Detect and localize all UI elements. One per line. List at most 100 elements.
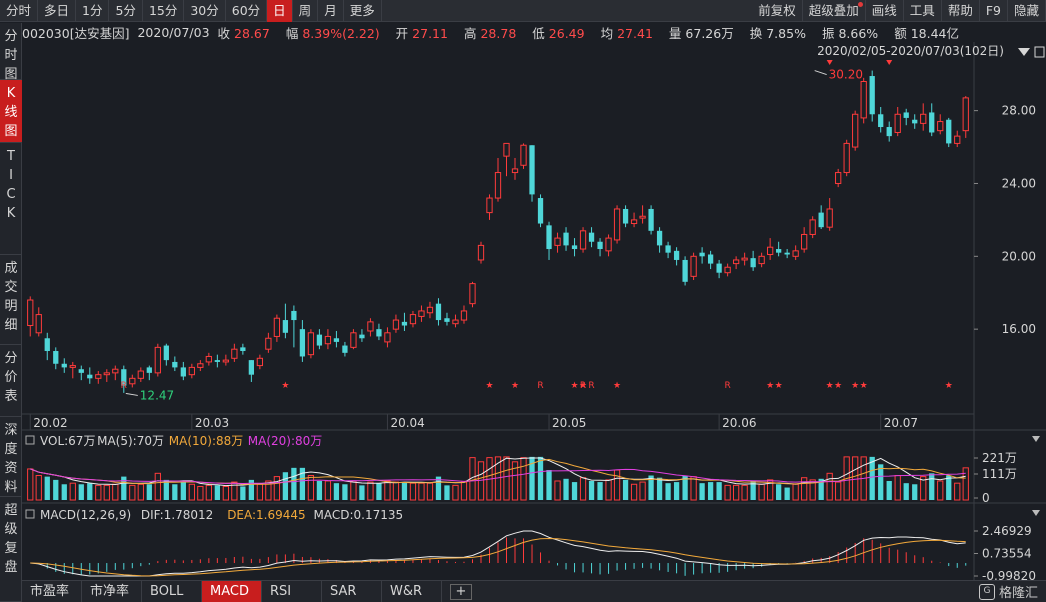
period-tab-weekly[interactable]: 周 [293, 0, 319, 22]
draw-button[interactable]: 画线 [866, 0, 904, 22]
volume-bar [333, 483, 340, 500]
volume-bar [307, 475, 315, 501]
indicator-tab-sar[interactable]: SAR [322, 580, 382, 602]
volume-bar [61, 484, 67, 500]
period-tab-monthly[interactable]: 月 [318, 0, 344, 22]
kline-chart[interactable]: 28.00 24.00 20.00 16.00 2020/02/05-2020/07/0… [22, 42, 1046, 580]
left-tab-replay[interactable]: 超级复盘 [0, 497, 22, 602]
period-tab-multiday[interactable]: 多日 [38, 0, 77, 22]
indicator-tab-rsi[interactable]: RSI [262, 580, 322, 602]
volume-settings-icon[interactable] [25, 435, 35, 445]
tools-button[interactable]: 工具 [904, 0, 942, 22]
candle-body [809, 219, 816, 235]
period-tab-daily[interactable]: 日 [267, 0, 293, 22]
event-star-marker[interactable]: ★ [511, 381, 519, 391]
event-r-marker[interactable]: R [121, 381, 127, 391]
indicator-tab--0[interactable]: 市盈率 [22, 580, 82, 602]
period-tab-1min[interactable]: 1分 [76, 0, 110, 22]
volume-bar [129, 484, 136, 501]
candle-body [367, 321, 374, 332]
candle-body [554, 237, 561, 246]
candle-body [597, 241, 603, 250]
period-tab-30min[interactable]: 30分 [184, 0, 226, 22]
left-tab-intraday[interactable]: 分时图 [0, 23, 22, 82]
event-r-marker[interactable]: R [724, 381, 730, 391]
volume-bar [886, 480, 892, 500]
hide-button[interactable]: 隐藏 [1008, 0, 1046, 22]
event-star-marker[interactable]: ★ [613, 381, 621, 391]
event-star-marker[interactable]: ★ [766, 381, 774, 391]
amount-value: 额 18.44亿 [894, 25, 959, 41]
period-tab-60min[interactable]: 60分 [226, 0, 268, 22]
indicator-tab--1[interactable]: 市净率 [82, 580, 142, 602]
candle-body [826, 208, 833, 228]
candle-body [648, 208, 654, 231]
left-tab-price-table[interactable]: 分价表 [0, 345, 22, 417]
volume-bar [801, 477, 808, 501]
indicator-tab-macd[interactable]: MACD [202, 580, 262, 602]
volume-bar [401, 482, 408, 500]
left-tab-trades[interactable]: 成交明细 [0, 255, 22, 345]
macd-settings-icon[interactable] [25, 509, 35, 519]
period-tab-more[interactable]: 更多 [344, 0, 382, 22]
volume-collapse-icon[interactable] [1032, 436, 1040, 442]
volume-bar [78, 484, 84, 500]
macd-collapse-icon[interactable] [1032, 510, 1040, 516]
event-star-marker[interactable]: ★ [834, 381, 842, 391]
event-star-marker[interactable]: ★ [860, 381, 868, 391]
overlay-button[interactable]: 超级叠加 [803, 0, 866, 22]
adjust-button[interactable]: 前复权 [752, 0, 803, 22]
event-r-marker[interactable]: R [580, 381, 586, 391]
add-indicator-button[interactable]: + [450, 583, 472, 600]
left-tab-tick[interactable]: TICK [0, 143, 22, 255]
event-r-marker[interactable]: R [537, 381, 543, 391]
volume-bar [912, 484, 918, 500]
volume-bar [53, 479, 59, 500]
period-tab-15min[interactable]: 15分 [143, 0, 185, 22]
period-toolbar: 分时 多日 1分 5分 15分 30分 60分日周月更多 前复权 超级叠加 画线 工具 帮助 F9 隐藏 [0, 0, 1046, 22]
macd-value: MACD:0.17135 [314, 508, 404, 522]
volume-bar [316, 480, 323, 500]
event-star-marker[interactable]: ★ [775, 381, 783, 391]
event-star-marker[interactable]: ★ [826, 381, 834, 391]
volume-bar [835, 481, 842, 501]
indicator-tab-wr[interactable]: W&R [382, 580, 442, 602]
event-triangle-icon[interactable] [886, 60, 893, 65]
volume-bar [520, 457, 527, 501]
event-star-marker[interactable]: ★ [281, 381, 289, 391]
candle-body [511, 168, 519, 174]
left-tab-depth[interactable]: 深度资料 [0, 417, 22, 497]
open-price: 开 27.11 [395, 25, 448, 41]
candle-body [886, 127, 892, 137]
left-tab-kline[interactable]: K线图 [0, 80, 22, 143]
help-button[interactable]: 帮助 [942, 0, 980, 22]
period-tab-intraday[interactable]: 分时 [0, 0, 39, 22]
candle-body [801, 233, 808, 250]
range-lock-icon[interactable] [1034, 46, 1045, 58]
event-triangle-icon[interactable] [826, 60, 833, 65]
candle-body [520, 144, 527, 166]
notify-dot [857, 1, 863, 7]
period-tab-5min[interactable]: 5分 [109, 0, 143, 22]
volume-bar [630, 483, 638, 501]
event-star-marker[interactable]: ★ [851, 381, 859, 391]
candle-body [588, 232, 595, 242]
event-r-marker[interactable]: R [588, 381, 594, 391]
volume-bar [359, 485, 365, 500]
candle-body [359, 334, 365, 339]
event-star-marker[interactable]: ★ [945, 381, 953, 391]
volume-bar [826, 472, 833, 501]
volume-bar [35, 475, 42, 501]
event-star-marker[interactable]: ★ [485, 381, 493, 391]
adjust-button-label: 前复权 [758, 2, 796, 18]
x-tick-label: 20.03 [195, 416, 229, 430]
f9-button[interactable]: F9 [980, 0, 1008, 22]
volume-bar [613, 469, 621, 501]
candle-body [878, 114, 884, 128]
indicator-tab-boll[interactable]: BOLL [142, 580, 202, 602]
volume-bar [222, 485, 229, 501]
volume-tick-label: 221万 [982, 451, 1017, 465]
event-star-marker[interactable]: ★ [571, 381, 579, 391]
range-dropdown-icon[interactable] [1018, 48, 1030, 56]
candle-body [222, 359, 229, 363]
